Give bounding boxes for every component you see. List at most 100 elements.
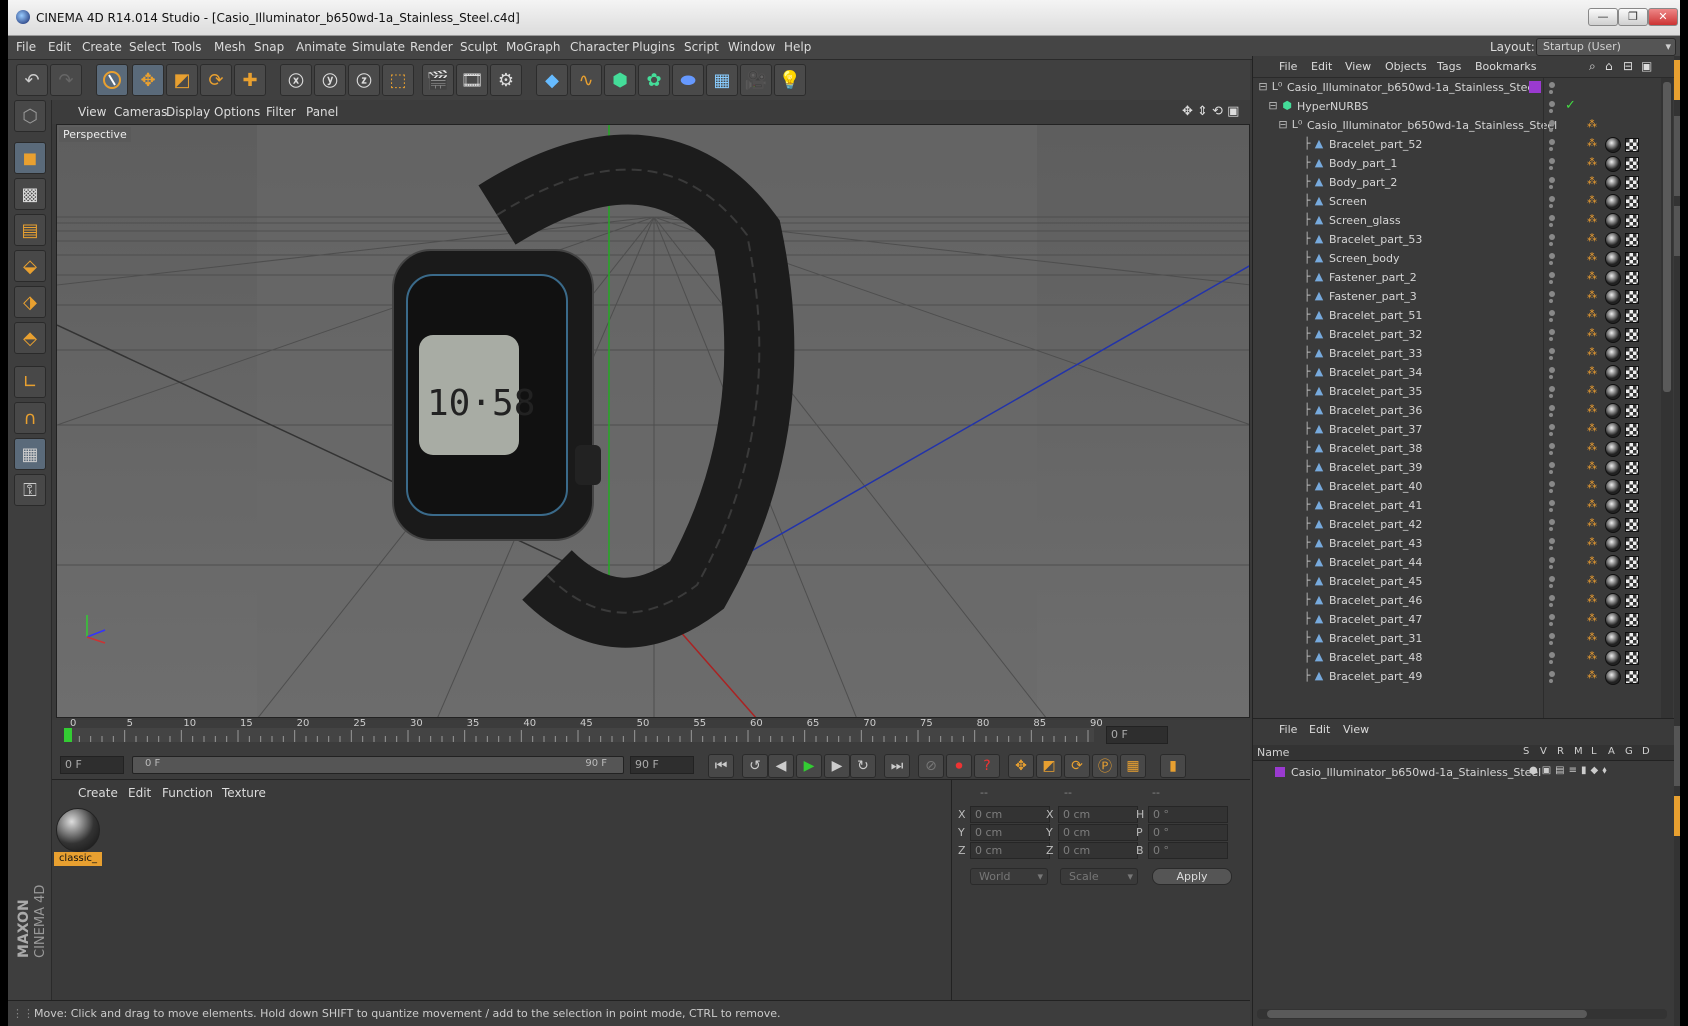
- key-position-icon[interactable]: ✥: [1008, 754, 1034, 778]
- next-keyframe-icon[interactable]: ↻: [850, 754, 876, 778]
- editor-visibility-dot[interactable]: [1549, 272, 1555, 278]
- coord-value-field[interactable]: 0 °: [1148, 824, 1228, 841]
- object-row[interactable]: ├ ▲ Bracelet_part_35 ⁂: [1253, 382, 1675, 402]
- uvw-tag-icon[interactable]: [1625, 252, 1639, 266]
- object-row-hypernurbs[interactable]: ⊟ ⬢ HyperNURBS ✓: [1253, 97, 1675, 117]
- editor-visibility-dot[interactable]: [1549, 557, 1555, 563]
- menu-mograph[interactable]: MoGraph: [506, 40, 561, 54]
- obj-menu-tags[interactable]: Tags: [1437, 60, 1461, 73]
- coord-value-field[interactable]: 0 °: [1148, 806, 1228, 823]
- uvw-tag-icon[interactable]: [1625, 613, 1639, 627]
- editor-visibility-dot[interactable]: [1549, 196, 1555, 202]
- render-visibility-dot[interactable]: [1549, 527, 1553, 531]
- uvw-tag-icon[interactable]: [1625, 176, 1639, 190]
- collapse-toggle-icon[interactable]: ⊟: [1267, 100, 1279, 112]
- render-visibility-dot[interactable]: [1549, 432, 1553, 436]
- editor-visibility-dot[interactable]: [1549, 367, 1555, 373]
- layer-menu-edit[interactable]: Edit: [1309, 723, 1330, 736]
- new-window-icon[interactable]: ▣: [1641, 59, 1652, 73]
- coordinate-mode-dropdown[interactable]: World ▾: [970, 868, 1048, 885]
- editor-visibility-dot[interactable]: [1549, 139, 1555, 145]
- editor-visibility-dot[interactable]: [1549, 329, 1555, 335]
- material-tag-icon[interactable]: [1605, 555, 1621, 571]
- rotate-tool-icon[interactable]: ⟳: [200, 64, 232, 96]
- uvw-tag-icon[interactable]: [1625, 537, 1639, 551]
- coord-value-field[interactable]: 0 cm: [1058, 824, 1138, 841]
- object-row[interactable]: ├ ▲ Bracelet_part_41 ⁂: [1253, 496, 1675, 516]
- object-row[interactable]: ├ ▲ Bracelet_part_53 ⁂: [1253, 230, 1675, 250]
- coord-value-field[interactable]: 0 cm: [1058, 842, 1138, 859]
- material-tag-icon[interactable]: [1605, 137, 1621, 153]
- uvw-tag-icon[interactable]: [1625, 442, 1639, 456]
- layer-column-header[interactable]: A: [1608, 746, 1615, 757]
- uvw-tag-icon[interactable]: [1625, 480, 1639, 494]
- 3d-viewport[interactable]: 10·58 Perspective: [56, 124, 1250, 718]
- layer-column-header[interactable]: L: [1591, 746, 1597, 757]
- phong-tag-icon[interactable]: ⁂: [1587, 309, 1599, 323]
- vp-menu-filter[interactable]: Filter: [266, 105, 296, 119]
- menu-snap[interactable]: Snap: [254, 40, 284, 54]
- material-tag-icon[interactable]: [1605, 498, 1621, 514]
- restore-button[interactable]: ❐: [1618, 8, 1648, 26]
- menu-select[interactable]: Select: [129, 40, 166, 54]
- render-visibility-dot[interactable]: [1549, 603, 1553, 607]
- render-visibility-dot[interactable]: [1549, 166, 1553, 170]
- material-tag-icon[interactable]: [1605, 669, 1621, 685]
- phong-tag-icon[interactable]: ⁂: [1587, 290, 1599, 304]
- render-visibility-dot[interactable]: [1549, 394, 1553, 398]
- material-tag-icon[interactable]: [1605, 650, 1621, 666]
- add-object-icon[interactable]: ✚: [234, 64, 266, 96]
- uvw-tag-icon[interactable]: [1625, 328, 1639, 342]
- menu-help[interactable]: Help: [784, 40, 811, 54]
- side-tab-structure[interactable]: [1674, 206, 1680, 256]
- phong-tag-icon[interactable]: ⁂: [1587, 594, 1599, 608]
- phong-tag-icon[interactable]: ⁂: [1587, 347, 1599, 361]
- editor-visibility-dot[interactable]: [1549, 652, 1555, 658]
- editor-visibility-dot[interactable]: [1549, 405, 1555, 411]
- coordinate-system-icon[interactable]: ⬚: [382, 64, 414, 96]
- render-visibility-dot[interactable]: [1549, 470, 1553, 474]
- render-visibility-dot[interactable]: [1549, 451, 1553, 455]
- vp-menu-panel[interactable]: Panel: [306, 105, 338, 119]
- layer-color-swatch[interactable]: [1529, 81, 1541, 93]
- editor-visibility-dot[interactable]: [1549, 481, 1555, 487]
- edges-mode-icon[interactable]: ⬗: [14, 286, 46, 318]
- phong-tag-icon[interactable]: ⁂: [1587, 651, 1599, 665]
- live-selection-icon[interactable]: [96, 64, 128, 96]
- material-tag-icon[interactable]: [1605, 441, 1621, 457]
- menu-render[interactable]: Render: [410, 40, 453, 54]
- polygons-mode-icon[interactable]: ⬘: [14, 322, 46, 354]
- phong-tag-icon[interactable]: ⁂: [1587, 138, 1599, 152]
- render-view-icon[interactable]: 🎬: [422, 64, 454, 96]
- render-visibility-dot[interactable]: [1549, 242, 1553, 246]
- y-axis-lock-icon[interactable]: ⓨ: [314, 64, 346, 96]
- uvw-tag-icon[interactable]: [1625, 195, 1639, 209]
- menu-create[interactable]: Create: [82, 40, 122, 54]
- material-tag-icon[interactable]: [1605, 156, 1621, 172]
- timeline-ruler[interactable]: 0 5 10 15 20 25 30 35 40 45 50 55 60 65 70 75 80 85 90 0 F: [52, 718, 1250, 748]
- uvw-tag-icon[interactable]: [1625, 385, 1639, 399]
- render-visibility-dot[interactable]: [1549, 90, 1553, 94]
- mat-menu-create[interactable]: Create: [78, 786, 118, 800]
- spline-icon[interactable]: ∿: [570, 64, 602, 96]
- obj-menu-bookmarks[interactable]: Bookmarks: [1475, 60, 1536, 73]
- phong-tag-icon[interactable]: ⁂: [1587, 214, 1599, 228]
- editor-visibility-dot[interactable]: [1549, 595, 1555, 601]
- menu-sculpt[interactable]: Sculpt: [460, 40, 497, 54]
- end-frame-field[interactable]: 90 F: [630, 756, 694, 774]
- uvw-tag-icon[interactable]: [1625, 347, 1639, 361]
- mat-menu-edit[interactable]: Edit: [128, 786, 151, 800]
- key-pla-icon[interactable]: ▦: [1120, 754, 1146, 778]
- layer-flag-icons[interactable]: ●▣▤≡▮◆⬧: [1529, 765, 1611, 776]
- cube-object-icon[interactable]: ◆: [536, 64, 568, 96]
- side-tab-objects[interactable]: [1674, 60, 1680, 100]
- editor-visibility-dot[interactable]: [1549, 234, 1555, 240]
- collapse-toggle-icon[interactable]: ⊟: [1277, 119, 1289, 131]
- editor-visibility-dot[interactable]: [1549, 158, 1555, 164]
- autokey-icon[interactable]: ⏺: [946, 754, 972, 778]
- obj-menu-view[interactable]: View: [1345, 60, 1371, 73]
- object-row[interactable]: ├ ▲ Bracelet_part_33 ⁂: [1253, 344, 1675, 364]
- model-mode-icon[interactable]: ◼: [14, 142, 46, 174]
- uvw-tag-icon[interactable]: [1625, 556, 1639, 570]
- phong-tag-icon[interactable]: ⁂: [1587, 328, 1599, 342]
